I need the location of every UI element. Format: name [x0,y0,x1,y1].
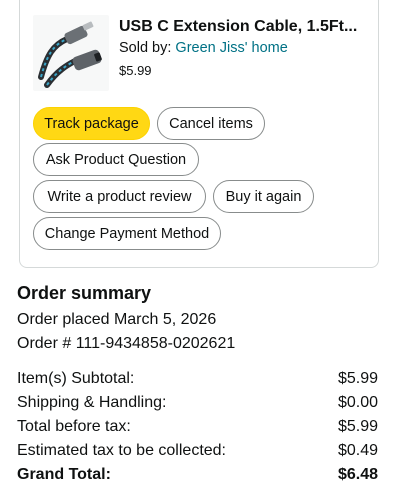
row-label: Estimated tax to be collected: [17,442,226,459]
row-label: Total before tax: [17,418,131,435]
seller-prefix: Sold by: [119,40,176,56]
product-title[interactable]: USB C Extension Cable, 1.5Ft... [119,18,379,36]
product-price: $5.99 [119,63,152,78]
row-value: $0.49 [337,442,378,459]
grand-total-row: Grand Total: $6.48 [17,466,378,484]
subtotal-row: Item(s) Subtotal: $5.99 [17,370,378,388]
row-label: Grand Total: [17,466,111,483]
row-value: $5.99 [337,370,378,387]
estimated-tax-row: Estimated tax to be collected: $0.49 [17,442,378,460]
track-package-button[interactable]: Track package [33,107,150,140]
seller-info: Sold by: Green Jiss' home [119,40,288,56]
change-payment-method-button[interactable]: Change Payment Method [33,217,221,250]
product-image[interactable] [33,15,109,91]
buy-again-button[interactable]: Buy it again [213,180,314,213]
ask-product-question-button[interactable]: Ask Product Question [33,143,199,176]
row-value: $6.48 [337,466,378,483]
shipping-row: Shipping & Handling: $0.00 [17,394,378,412]
row-label: Item(s) Subtotal: [17,370,135,387]
order-number: Order # 111-9434858-0202621 [17,335,236,352]
order-placed-date: Order placed March 5, 2026 [17,311,217,328]
usb-c-cable-icon [38,21,102,88]
seller-link[interactable]: Green Jiss' home [175,40,287,56]
write-review-button[interactable]: Write a product review [33,180,206,213]
row-value: $5.99 [337,418,378,435]
row-value: $0.00 [337,394,378,411]
row-label: Shipping & Handling: [17,394,167,411]
total-before-tax-row: Total before tax: $5.99 [17,418,378,436]
cancel-items-button[interactable]: Cancel items [157,107,265,140]
order-summary-title: Order summary [17,283,152,303]
